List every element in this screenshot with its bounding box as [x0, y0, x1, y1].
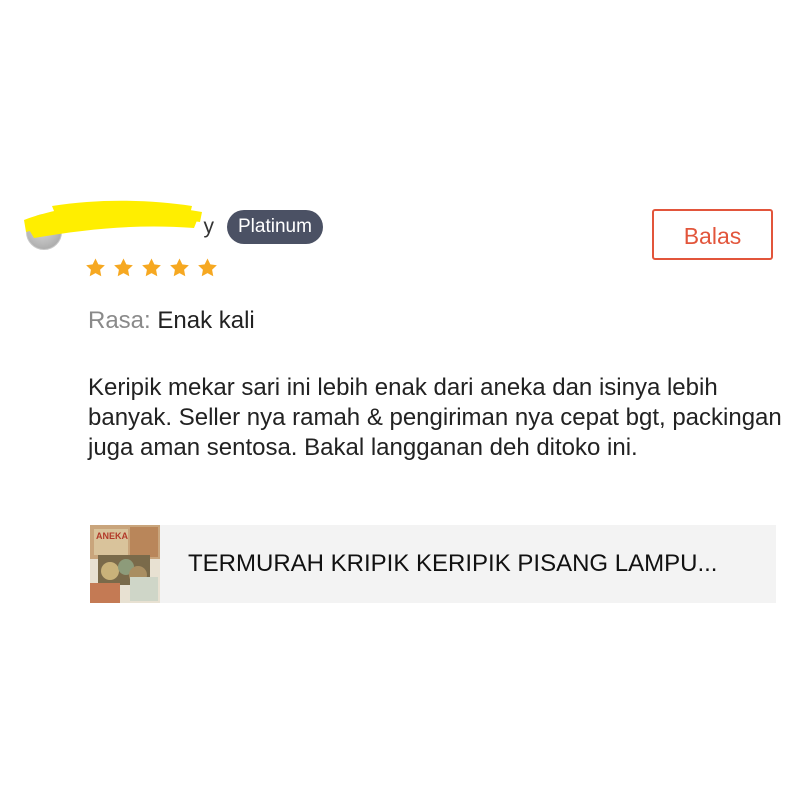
- product-thumbnail: ANEKA: [90, 525, 160, 603]
- review-item: y Platinum Balas Rasa: Enak kali Keripik…: [0, 0, 800, 800]
- product-link-card[interactable]: ANEKA TERMURAH KRIPIK KERIPIK PISANG LAM…: [90, 525, 776, 603]
- star-icon: [84, 257, 107, 279]
- star-icon: [112, 257, 135, 279]
- rating-stars: [84, 257, 219, 279]
- redaction-scribble: [24, 200, 202, 238]
- star-icon: [140, 257, 163, 279]
- attribute-value: Enak kali: [157, 307, 255, 334]
- review-attribute: Rasa: Enak kali: [88, 305, 255, 337]
- platinum-badge: Platinum: [227, 210, 323, 244]
- thumbnail-brand-text: ANEKA: [96, 531, 129, 541]
- attribute-label: Rasa:: [88, 307, 151, 334]
- reply-button[interactable]: Balas: [652, 209, 773, 260]
- star-icon: [168, 257, 191, 279]
- review-text: Keripik mekar sari ini lebih enak dari a…: [88, 374, 782, 461]
- product-name[interactable]: TERMURAH KRIPIK KERIPIK PISANG LAMPU...: [188, 549, 758, 579]
- star-icon: [196, 257, 219, 279]
